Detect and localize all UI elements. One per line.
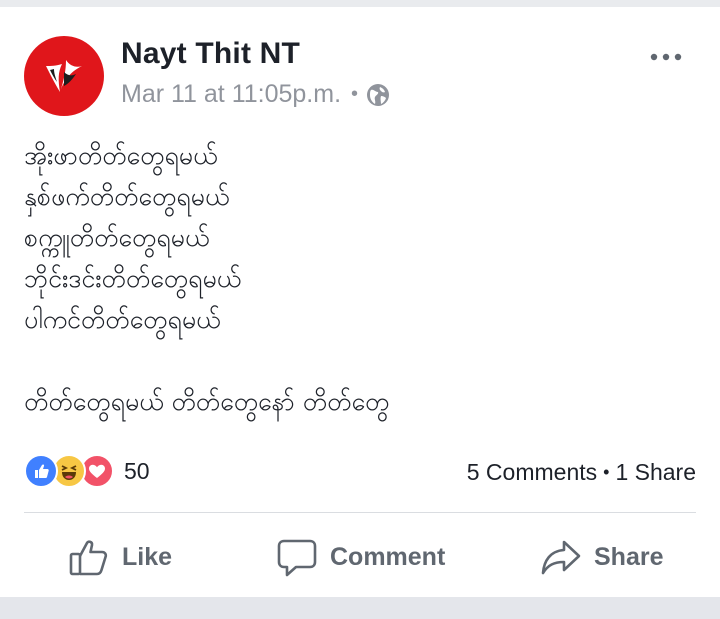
post-line: စက္ကူတိတ်တွေရမယ်	[24, 223, 210, 252]
action-bar: Like Comment Share	[0, 527, 720, 587]
post-line: ဘိုင်းဒင်းတိတ်တွေရမယ်	[24, 264, 242, 293]
comment-bubble-icon	[277, 539, 317, 577]
avatar[interactable]	[24, 36, 104, 116]
comment-button-label: Comment	[330, 542, 446, 571]
author-name[interactable]: Nayt Thit NT	[121, 37, 300, 71]
post-body: အိုးဖာတိတ်တွေရမယ် နှစ်ဖက်တိတ်တွေရမယ် စက္…	[24, 135, 684, 422]
thumbs-up-icon	[69, 540, 108, 576]
counts-separator: •	[603, 462, 610, 482]
reaction-count: 50	[124, 457, 150, 484]
brand-logo-icon	[46, 60, 82, 92]
comments-count-link[interactable]: 5 Comments	[467, 459, 597, 486]
engagement-counts: 5 Comments • 1 Share	[467, 459, 696, 486]
post-card: Nayt Thit NT Mar 11 at 11:05p.m. • အိုးဖ…	[0, 7, 720, 597]
more-options-icon[interactable]	[648, 45, 688, 69]
like-button[interactable]: Like	[68, 527, 172, 587]
like-reaction-icon	[24, 454, 58, 488]
actions-divider	[24, 512, 696, 513]
share-button[interactable]: Share	[540, 527, 663, 587]
post-line: ပါကင်တိတ်တွေရမယ်	[24, 305, 221, 334]
post-line: တိတ်တွေရမယ် တိတ်တွေနော် တိတ်တွေ	[24, 387, 390, 416]
share-arrow-icon	[541, 540, 581, 575]
meta-separator: •	[351, 83, 359, 105]
feed-separator	[0, 597, 720, 619]
post-line: နှစ်ဖက်တိတ်တွေရမယ်	[24, 182, 230, 211]
comment-button[interactable]: Comment	[276, 527, 445, 587]
post-line: အိုးဖာတိတ်တွေရမယ်	[24, 141, 218, 170]
like-button-label: Like	[122, 542, 173, 571]
post-timestamp[interactable]: Mar 11 at 11:05p.m.	[121, 80, 341, 109]
shares-count-link[interactable]: 1 Share	[615, 459, 696, 486]
post-meta: Mar 11 at 11:05p.m. •	[121, 80, 390, 109]
globe-icon[interactable]	[366, 83, 390, 107]
reaction-summary[interactable]: 50	[24, 453, 150, 489]
share-button-label: Share	[594, 542, 664, 571]
post-line-gap	[24, 340, 684, 381]
